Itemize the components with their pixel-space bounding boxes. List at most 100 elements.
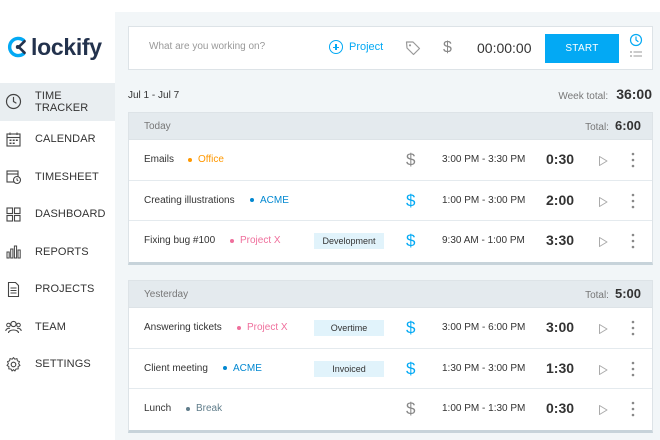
day-group-header: Yesterday Total: 5:00 — [129, 281, 652, 308]
play-icon[interactable] — [597, 363, 609, 375]
play-icon[interactable] — [597, 235, 609, 247]
more-options-icon[interactable] — [630, 360, 636, 378]
day-label: Today — [144, 121, 171, 132]
week-total-label: Week total: — [558, 91, 609, 102]
entry-description[interactable]: Fixing bug #100 — [144, 235, 215, 246]
entry-tag[interactable]: Overtime — [314, 320, 384, 336]
entry-description[interactable]: Answering tickets — [144, 322, 222, 333]
sidebar-item-projects[interactable]: PROJECTS — [0, 271, 115, 309]
more-options-icon[interactable] — [630, 151, 636, 169]
clockify-logo[interactable]: lockify — [6, 30, 102, 64]
sidebar-item-label: SETTINGS — [35, 358, 91, 371]
billable-dollar-icon[interactable]: $ — [406, 150, 415, 170]
entry-time-range[interactable]: 1:30 PM - 3:00 PM — [442, 363, 525, 374]
sidebar-item-reports[interactable]: REPORTS — [0, 233, 115, 271]
entry-tag[interactable]: Development — [314, 233, 384, 249]
sidebar-item-dashboard[interactable]: DASHBOARD — [0, 196, 115, 234]
entry-time-range[interactable]: 1:00 PM - 1:30 PM — [442, 403, 525, 414]
entry-description[interactable]: Emails — [144, 154, 174, 165]
project-color-dot — [223, 366, 227, 370]
time-entry-row[interactable]: Fixing bug #100 Project X Development $9:30… — [129, 221, 652, 262]
entry-tag[interactable]: Invoiced — [314, 360, 384, 377]
calendar-icon — [5, 131, 22, 148]
team-icon — [5, 318, 22, 335]
time-entry-row[interactable]: Answering tickets Project X Overtime $3:00 … — [129, 308, 652, 349]
entry-duration[interactable]: 3:30 — [546, 232, 574, 248]
entry-duration[interactable]: 2:00 — [546, 192, 574, 208]
entry-duration[interactable]: 3:00 — [546, 319, 574, 335]
sidebar-item-team[interactable]: TEAM — [0, 308, 115, 346]
billable-dollar-icon[interactable]: $ — [406, 231, 415, 251]
main-content: Project $ 00:00:00 START Jul 1 - Jul 7 W… — [115, 12, 660, 440]
more-options-icon[interactable] — [630, 319, 636, 337]
play-icon[interactable] — [597, 154, 609, 166]
day-total: Total: 5:00 — [585, 286, 641, 301]
dashboard-icon — [5, 206, 22, 223]
sidebar-item-label: DASHBOARD — [35, 208, 106, 221]
entry-duration[interactable]: 0:30 — [546, 400, 574, 416]
day-group-today: Today Total: 6:00 Emails Office $3:00 PM - 3:… — [128, 112, 653, 265]
day-label: Yesterday — [144, 289, 189, 300]
entry-project[interactable]: ACME — [250, 195, 289, 206]
entry-description[interactable]: Creating illustrations — [144, 195, 235, 206]
timesheet-icon — [5, 168, 22, 185]
time-entry-row[interactable]: Lunch Break $1:00 PM - 1:30 PM 0:30 — [129, 389, 652, 430]
sidebar: lockify TIME TRACKER CALENDAR TIMESHEET DAS… — [0, 0, 115, 440]
day-total: Total: 6:00 — [585, 118, 641, 133]
time-entry-row[interactable]: Creating illustrations ACME $1:00 PM - 3:0… — [129, 181, 652, 221]
project-color-dot — [186, 406, 190, 411]
plus-circle-icon — [329, 40, 343, 54]
sidebar-item-label: TIMESHEET — [35, 170, 99, 183]
entry-time-range[interactable]: 9:30 AM - 1:00 PM — [442, 235, 525, 246]
entry-project-label: Project X — [240, 235, 281, 246]
start-button[interactable]: START — [545, 34, 619, 63]
entry-description[interactable]: Client meeting — [144, 363, 208, 374]
clock-icon — [5, 93, 22, 110]
more-options-icon[interactable] — [630, 400, 636, 418]
tag-icon[interactable] — [404, 39, 422, 57]
entry-project[interactable]: Project X — [230, 235, 281, 246]
description-input[interactable] — [149, 41, 324, 52]
sidebar-nav: TIME TRACKER CALENDAR TIMESHEET DASHBOARD RE… — [0, 83, 115, 383]
sidebar-item-settings[interactable]: SETTINGS — [0, 346, 115, 384]
entry-project[interactable]: Project X — [237, 322, 288, 333]
day-total-value: 5:00 — [614, 286, 641, 301]
more-options-icon[interactable] — [630, 192, 636, 210]
clockify-logo-icon — [6, 35, 30, 59]
timer-display: 00:00:00 — [477, 40, 532, 56]
entry-duration[interactable]: 1:30 — [546, 360, 574, 376]
entry-time-range[interactable]: 3:00 PM - 6:00 PM — [442, 322, 525, 333]
sidebar-item-calendar[interactable]: CALENDAR — [0, 121, 115, 159]
day-group-header: Today Total: 6:00 — [129, 113, 652, 140]
play-icon[interactable] — [597, 403, 609, 415]
entry-project[interactable]: ACME — [223, 363, 262, 374]
day-total-label: Total: — [585, 290, 609, 301]
entry-project[interactable]: Break — [186, 403, 222, 414]
sidebar-item-time-tracker[interactable]: TIME TRACKER — [0, 83, 115, 121]
add-project-button[interactable]: Project — [329, 40, 383, 54]
entry-duration[interactable]: 0:30 — [546, 151, 574, 167]
project-color-dot — [230, 238, 234, 243]
timer-bar: Project $ 00:00:00 START — [128, 26, 653, 70]
entry-project[interactable]: Office — [188, 154, 224, 165]
play-icon[interactable] — [597, 322, 609, 334]
timer-mode-toggle-icon[interactable] — [628, 33, 644, 63]
more-options-icon[interactable] — [630, 232, 636, 250]
time-entry-row[interactable]: Emails Office $3:00 PM - 3:30 PM 0:30 — [129, 140, 652, 181]
entry-description[interactable]: Lunch — [144, 403, 171, 414]
billable-dollar-icon[interactable]: $ — [406, 318, 415, 338]
projects-icon — [5, 281, 22, 298]
billable-dollar-icon[interactable]: $ — [406, 359, 415, 379]
entry-project-label: Project X — [247, 322, 288, 333]
billable-dollar-icon[interactable]: $ — [443, 39, 452, 57]
play-icon[interactable] — [597, 195, 609, 207]
billable-dollar-icon[interactable]: $ — [406, 399, 415, 419]
billable-dollar-icon[interactable]: $ — [406, 191, 415, 211]
sidebar-item-label: PROJECTS — [35, 283, 95, 296]
add-project-label: Project — [349, 41, 384, 53]
time-entry-row[interactable]: Client meeting ACME Invoiced $1:30 PM - 3:0… — [129, 349, 652, 389]
entry-time-range[interactable]: 1:00 PM - 3:00 PM — [442, 195, 525, 206]
entry-time-range[interactable]: 3:00 PM - 3:30 PM — [442, 154, 525, 165]
entry-project-label: Office — [198, 154, 224, 165]
sidebar-item-timesheet[interactable]: TIMESHEET — [0, 158, 115, 196]
